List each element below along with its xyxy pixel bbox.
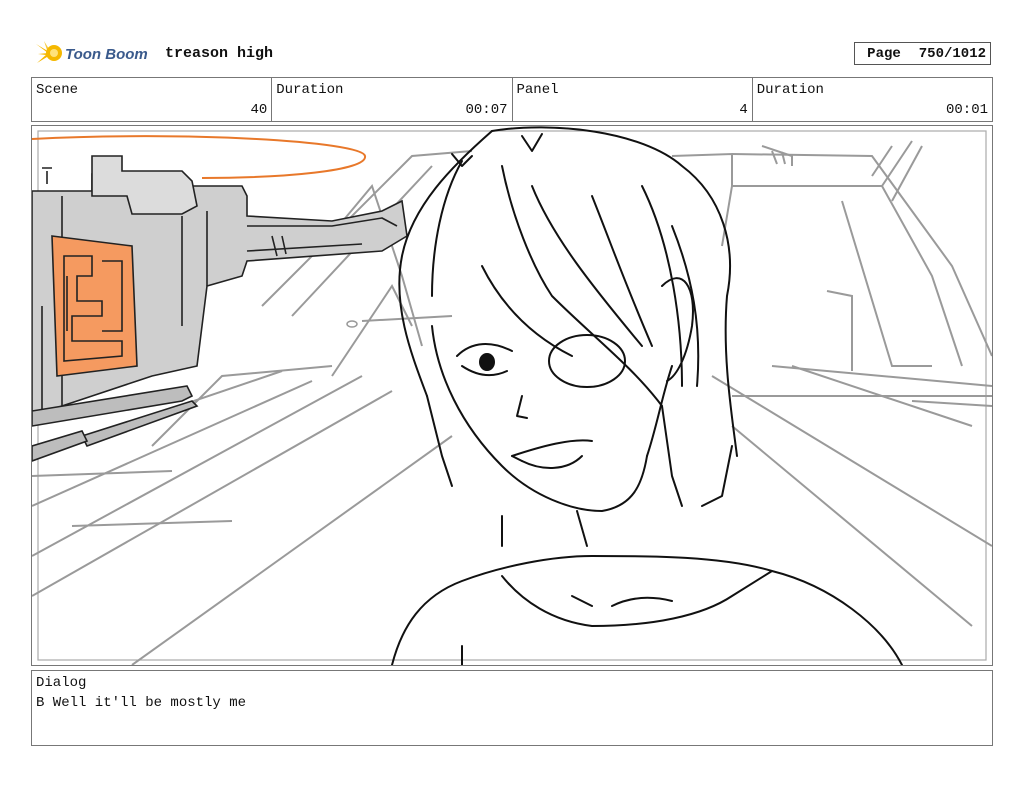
dialog-label: Dialog <box>36 675 87 691</box>
panel-cell: Panel 4 <box>513 78 753 121</box>
page-indicator: Page 750/1012 <box>854 42 991 65</box>
orange-arc <box>32 135 366 179</box>
panel-info-row: Scene 40 Duration 00:07 Panel 4 Duration… <box>31 77 993 122</box>
svg-text:Toon Boom: Toon Boom <box>65 46 148 63</box>
project-title: treason high <box>165 45 274 62</box>
scene-cell: Scene 40 <box>32 78 273 121</box>
storyboard-panel <box>31 125 993 666</box>
starburst-icon <box>36 41 62 63</box>
panel-duration-value: 00:01 <box>945 102 988 118</box>
panel-duration-cell: Duration 00:01 <box>753 78 992 121</box>
panel-drawing <box>32 126 992 665</box>
scene-duration-cell: Duration 00:07 <box>272 78 513 121</box>
dialog-text: B Well it'll be mostly me <box>36 695 247 711</box>
toon-boom-logo: Toon Boom <box>34 38 156 68</box>
panel-value: 4 <box>739 102 748 118</box>
page-number: 750/1012 <box>918 45 986 62</box>
scene-duration-value: 00:07 <box>465 102 508 118</box>
scene-label: Scene <box>36 82 79 98</box>
panel-label: Panel <box>516 82 559 98</box>
scene-duration-label: Duration <box>276 82 344 98</box>
scene-value: 40 <box>250 102 268 118</box>
dialog-box: Dialog B Well it'll be mostly me <box>31 670 993 746</box>
orange-machine-panel <box>51 235 138 377</box>
page-label: Page <box>867 45 901 62</box>
panel-duration-label: Duration <box>756 82 824 98</box>
